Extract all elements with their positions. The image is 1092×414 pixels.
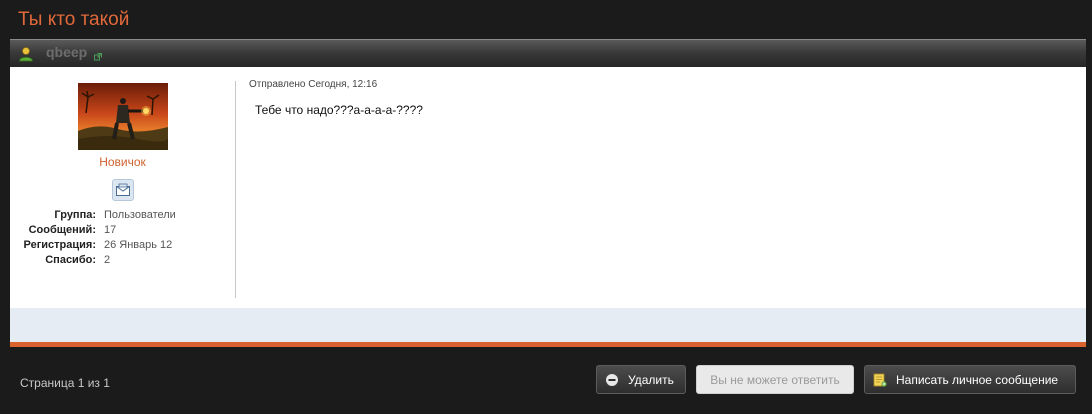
reply-button-label: Вы не можете ответить: [710, 372, 840, 387]
author-info-row: Регистрация: 26 Январь 12: [10, 238, 235, 253]
reply-button-disabled[interactable]: Вы не можете ответить: [696, 365, 854, 394]
info-label-group: Группа:: [54, 209, 96, 221]
author-info: Группа: Пользователи Сообщений: 17 Регис…: [10, 208, 235, 268]
delete-button[interactable]: Удалить: [596, 365, 686, 394]
info-value-group: Пользователи: [104, 209, 176, 221]
info-label-thanks: Спасибо:: [45, 254, 96, 266]
post-text: Тебе что надо???а-а-а-а-????: [255, 103, 423, 117]
send-message-icon-button[interactable]: [112, 179, 134, 201]
topic-title: Ты кто такой: [18, 9, 130, 30]
minus-circle-icon: [606, 373, 618, 386]
delete-button-label: Удалить: [628, 372, 674, 387]
info-value-joined: 26 Январь 12: [104, 239, 173, 251]
author-rank: Новичок: [99, 155, 146, 169]
info-label-joined: Регистрация:: [23, 239, 96, 251]
info-label-posts: Сообщений:: [28, 224, 96, 236]
external-link-icon: [94, 48, 102, 61]
post-divider: [235, 81, 236, 298]
send-private-message-label: Написать личное сообщение: [896, 372, 1059, 387]
info-value-posts: 17: [104, 224, 117, 236]
compose-note-icon: [873, 373, 887, 387]
post-date: Отправлено Сегодня, 12:16: [249, 79, 378, 90]
pagination-text: Страница 1 из 1: [20, 376, 110, 390]
send-private-message-button[interactable]: Написать личное сообщение: [864, 365, 1076, 394]
author-info-row: Сообщений: 17: [10, 223, 235, 238]
author-info-row: Спасибо: 2: [10, 253, 235, 268]
post-header: qbeep: [10, 39, 1086, 67]
envelope-icon: [116, 183, 130, 196]
accent-divider: [10, 342, 1086, 347]
user-icon: [18, 46, 34, 62]
author-username-link[interactable]: qbeep: [46, 44, 87, 60]
avatar[interactable]: [78, 83, 168, 150]
post-footer-bar: [10, 308, 1086, 342]
post-body: Новичок Группа: Пользователи Сообщений: …: [10, 67, 1086, 308]
author-info-row: Группа: Пользователи: [10, 208, 235, 223]
info-value-thanks: 2: [104, 254, 111, 266]
